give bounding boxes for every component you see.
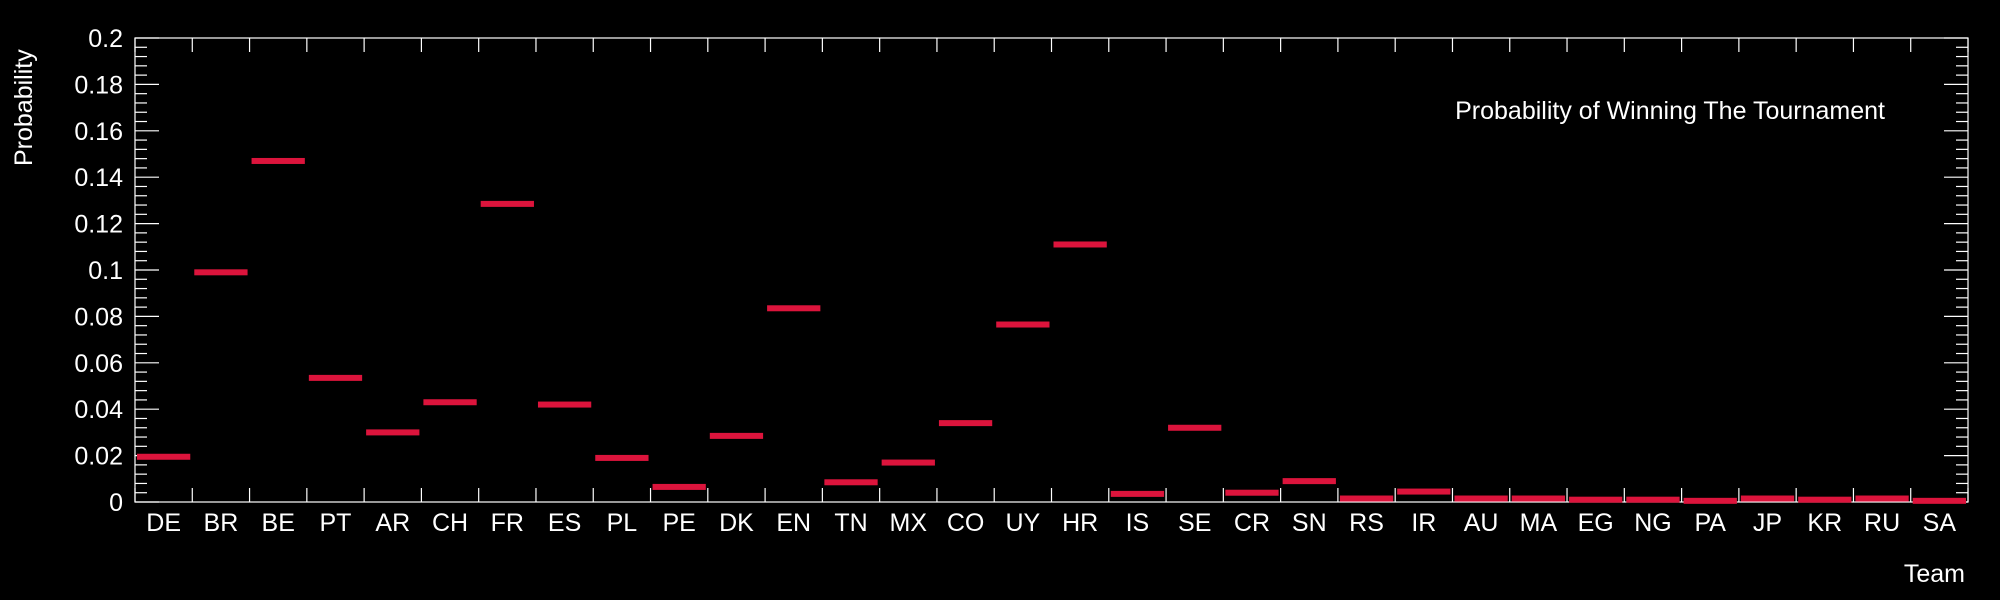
x-tick-label: BE (262, 509, 295, 537)
y-tick-label: 0.1 (88, 257, 123, 285)
data-marker (996, 321, 1050, 328)
x-tick-label: PL (607, 509, 638, 537)
data-marker (537, 401, 592, 408)
data-marker (480, 200, 534, 207)
x-tick-label: PA (1694, 509, 1726, 537)
data-marker (1110, 490, 1165, 497)
data-marker (1740, 495, 1795, 502)
data-marker (1053, 241, 1107, 248)
data-marker (1168, 424, 1222, 431)
data-marker (423, 399, 477, 406)
x-tick-label: UY (1005, 509, 1040, 537)
x-tick-label: JP (1753, 509, 1782, 537)
x-tick-label: RU (1864, 509, 1900, 537)
data-marker (1282, 478, 1336, 485)
y-axis-title: Probability (10, 49, 38, 166)
x-tick-label: MX (890, 509, 928, 537)
x-tick-label: NG (1634, 509, 1672, 537)
data-marker (1569, 496, 1623, 503)
chart-svg: 00.020.040.060.080.10.120.140.160.180.2 … (0, 0, 2000, 600)
x-tick-label: KR (1807, 509, 1842, 537)
data-marker (652, 483, 706, 490)
x-tick-label: RS (1349, 509, 1384, 537)
x-tick-label: CO (947, 509, 985, 537)
y-tick-label: 0.06 (74, 350, 123, 378)
y-tick-label: 0.08 (74, 303, 123, 331)
data-marker (1454, 495, 1508, 502)
data-marker (137, 453, 191, 460)
data-marker (1683, 497, 1737, 504)
y-tick-label: 0.04 (74, 396, 123, 424)
x-tick-label: EG (1578, 509, 1614, 537)
x-tick-label: AU (1464, 509, 1499, 537)
x-tick-label: TN (834, 509, 867, 537)
data-marker (709, 432, 764, 439)
x-tick-label: IS (1126, 509, 1150, 537)
x-tick-label: SE (1178, 509, 1211, 537)
x-axis-title: Team (1904, 560, 1965, 588)
data-marker (1626, 496, 1680, 503)
data-marker (938, 420, 993, 427)
y-tick-label: 0.14 (74, 164, 123, 192)
data-marker (1339, 495, 1394, 502)
y-tick-label: 0.16 (74, 118, 123, 146)
data-marker (767, 305, 821, 312)
x-tick-label: CR (1234, 509, 1270, 537)
x-tick-label: SN (1292, 509, 1327, 537)
x-tick-label: CH (432, 509, 468, 537)
data-marker (1798, 496, 1852, 503)
x-tick-label: AR (375, 509, 410, 537)
x-tick-label: SA (1923, 509, 1957, 537)
y-tick-label: 0.02 (74, 443, 123, 471)
y-tick-label: 0.12 (74, 211, 123, 239)
data-marker (1855, 495, 1909, 502)
x-tick-label: PE (662, 509, 695, 537)
legend-label: Probability of Winning The Tournament (1455, 97, 1885, 125)
data-marker (595, 454, 649, 461)
x-tick-label: MA (1520, 509, 1558, 537)
data-marker (251, 157, 305, 164)
x-tick-label: EN (776, 509, 811, 537)
data-marker (308, 374, 363, 381)
x-tick-label: ES (548, 509, 581, 537)
data-marker (1397, 488, 1451, 495)
data-marker (1511, 495, 1566, 502)
data-marker (1912, 497, 1966, 504)
x-tick-label: DE (146, 509, 181, 537)
x-tick-label: PT (320, 509, 352, 537)
x-tick-label: IR (1411, 509, 1436, 537)
x-tick-label: HR (1062, 509, 1098, 537)
y-tick-label: 0 (109, 489, 123, 517)
y-tick-label: 0.2 (88, 25, 123, 53)
data-marker (366, 429, 420, 436)
data-marker (881, 459, 935, 466)
x-tick-label: FR (491, 509, 524, 537)
y-tick-label: 0.18 (74, 71, 123, 99)
data-marker (824, 479, 878, 486)
x-tick-label: BR (204, 509, 239, 537)
data-marker (194, 269, 248, 276)
x-tick-label: DK (719, 509, 754, 537)
data-marker (1225, 489, 1279, 496)
